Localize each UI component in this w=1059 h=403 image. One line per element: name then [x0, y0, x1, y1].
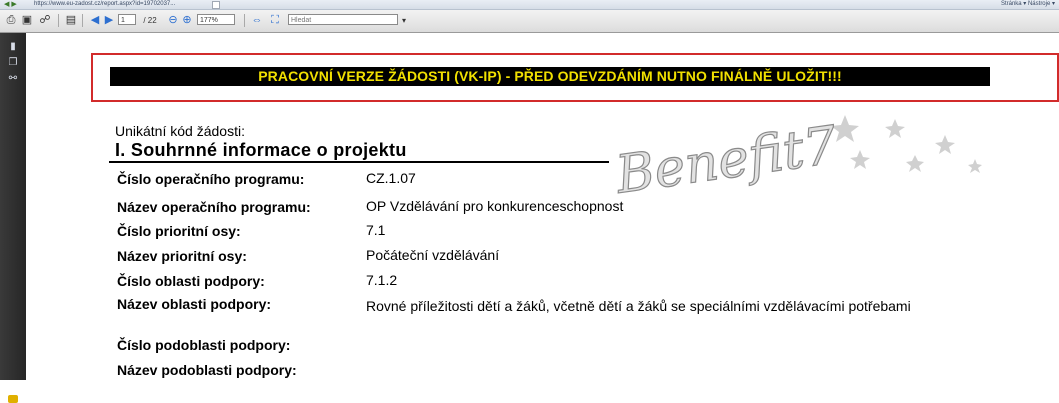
previous-page-icon[interactable]: ◀: [88, 13, 102, 28]
field-value: CZ.1.07: [366, 170, 416, 186]
toolbar-divider: [244, 14, 245, 27]
new-tab-button[interactable]: [212, 1, 220, 9]
zoom-in-icon[interactable]: ⊕: [180, 13, 194, 28]
browser-titlebar: ◀ ▶ https://www.eu-zadost.cz/report.aspx…: [0, 0, 1059, 10]
page-total: / 22: [143, 16, 157, 25]
find-input[interactable]: Hledat: [288, 14, 398, 25]
back-forward-icon[interactable]: ◀ ▶: [4, 0, 17, 9]
field-label: Název podoblasti podpory:: [117, 362, 297, 378]
save-icon[interactable]: ▣: [20, 13, 34, 28]
pdf-toolbar: ⎙ ▣ ☍ ▤ ◀ ▶ 1 / 22 ⊖ ⊕ 177% ⇔ ⛶ Hledat ▾: [0, 10, 1059, 33]
navigation-panel: ▮ ❐ ⚯: [0, 33, 26, 403]
field-label: Název oblasti podpory:: [117, 296, 272, 312]
signatures-icon[interactable]: [8, 395, 18, 403]
browser-tools-menu[interactable]: Stránka ▾ Nástroje ▾: [1001, 0, 1055, 9]
toolbar-divider: [58, 14, 59, 27]
fit-width-icon[interactable]: ⇔: [250, 13, 264, 28]
attachments-icon[interactable]: ⚯: [6, 73, 20, 84]
pdf-page: PRACOVNÍ VERZE ŽÁDOSTI (VK-IP) - PŘED OD…: [27, 33, 1059, 380]
pages-icon[interactable]: ▤: [64, 13, 78, 28]
pages-panel-icon[interactable]: ▮: [6, 41, 20, 52]
field-value: OP Vzdělávání pro konkurenceschopnost: [366, 198, 624, 214]
field-label: Číslo podoblasti podpory:: [117, 337, 291, 353]
zoom-select[interactable]: 177%: [197, 14, 235, 25]
share-icon[interactable]: ☍: [38, 13, 52, 28]
field-label: Název prioritní osy:: [117, 248, 247, 264]
field-value: 7.1: [366, 222, 386, 238]
field-label: Číslo operačního programu:: [117, 171, 305, 187]
page-number-input[interactable]: 1: [118, 14, 136, 25]
field-value: Rovné příležitosti dětí a žáků, včetně d…: [366, 298, 911, 314]
field-label: Název operačního programu:: [117, 199, 311, 215]
bookmarks-icon[interactable]: ❐: [6, 57, 20, 68]
field-label: Číslo prioritní osy:: [117, 223, 241, 239]
section-underline: [109, 161, 609, 163]
fit-page-icon[interactable]: ⛶: [268, 13, 282, 28]
address-bar[interactable]: https://www.eu-zadost.cz/report.aspx?id=…: [34, 0, 175, 9]
find-dropdown-icon[interactable]: ▾: [399, 13, 409, 28]
print-icon[interactable]: ⎙: [4, 13, 18, 28]
toolbar-divider: [82, 14, 83, 27]
field-value: 7.1.2: [366, 272, 398, 288]
field-value: Počáteční vzdělávání: [366, 247, 500, 263]
zoom-out-icon[interactable]: ⊖: [166, 13, 180, 28]
field-label: Číslo oblasti podpory:: [117, 273, 265, 289]
next-page-icon[interactable]: ▶: [102, 13, 116, 28]
section-title: I. Souhrnné informace o projektu: [115, 140, 407, 160]
unique-code-label: Unikátní kód žádosti:: [115, 123, 245, 139]
draft-warning-banner: PRACOVNÍ VERZE ŽÁDOSTI (VK-IP) - PŘED OD…: [110, 67, 990, 86]
